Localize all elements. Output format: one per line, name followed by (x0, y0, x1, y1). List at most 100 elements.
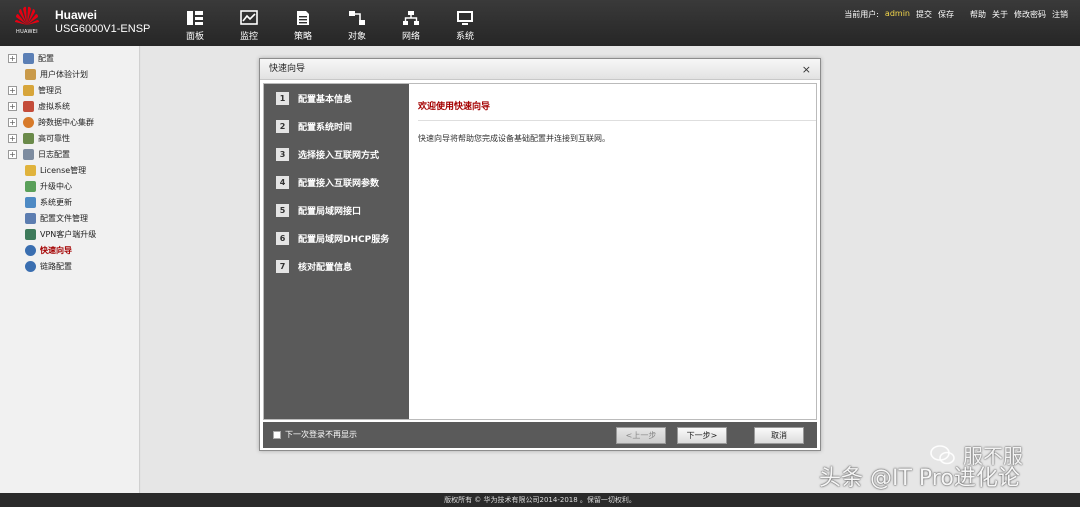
object-icon (349, 11, 365, 25)
expand-icon[interactable]: + (8, 133, 17, 143)
prev-button[interactable]: <上一步 (616, 427, 666, 444)
logout-link[interactable]: 注销 (1052, 9, 1068, 20)
system-icon (457, 11, 473, 25)
sidebar-item-link-config[interactable]: 链路配置 (0, 258, 72, 274)
sidebar-item-label: 日志配置 (38, 149, 70, 159)
huawei-logo: HUAWEI (8, 5, 46, 41)
link-config-icon (25, 260, 36, 272)
sidebar-item-cross-dc-cluster[interactable]: + 跨数据中心集群 (0, 114, 94, 130)
expand-icon[interactable]: + (8, 101, 17, 111)
quick-wizard-icon (25, 244, 36, 256)
watermark-bottom: 头条 @IT Pro进化论 (819, 466, 1020, 491)
wizard-step[interactable]: 6 配置局域网DHCP服务 (276, 230, 389, 246)
sidebar-item-config-file[interactable]: 配置文件管理 (0, 210, 88, 226)
close-icon[interactable]: × (802, 59, 811, 80)
nav-label: 对象 (347, 32, 366, 42)
user-experience-icon (25, 68, 36, 80)
step-label: 配置局域网DHCP服务 (298, 234, 390, 245)
logo-text: HUAWEI (16, 29, 38, 35)
step-number: 5 (276, 203, 289, 217)
system-update-icon (25, 196, 36, 208)
wizard-step[interactable]: 2 配置系统时间 (276, 118, 352, 134)
sidebar-item-high-availability[interactable]: + 高可靠性 (0, 130, 70, 146)
dont-show-again-checkbox[interactable] (273, 431, 281, 439)
nav-network[interactable]: 网络 (384, 10, 438, 42)
log-config-icon (23, 148, 34, 160)
config-file-icon (25, 212, 36, 224)
sidebar-item-vpn-client-upgrade[interactable]: VPN客户端升级 (0, 226, 96, 242)
submit-link[interactable]: 提交 (916, 9, 932, 20)
sidebar-item-label: 管理员 (38, 85, 62, 95)
admin-icon (23, 84, 34, 96)
nav-system[interactable]: 系统 (438, 10, 492, 42)
sidebar-item-virtual-system[interactable]: + 虚拟系统 (0, 98, 70, 114)
wizard-steps: 1 配置基本信息 2 配置系统时间 3 选择接入互联网方式 4 配置接入互联网参数 5配… (264, 84, 409, 419)
quick-wizard-dialog: 快速向导 × 1 配置基本信息 2 配置系统时间 3 选择接入互联网方式 4 配置接入互… (259, 58, 821, 451)
expand-icon[interactable]: + (8, 149, 17, 159)
device-model: USG6000V1-ENSP (55, 23, 151, 35)
expand-icon[interactable]: + (8, 117, 17, 127)
expand-icon[interactable]: + (8, 85, 17, 95)
step-number: 4 (276, 175, 289, 189)
step-number: 2 (276, 119, 289, 133)
nav-object[interactable]: 对象 (330, 10, 384, 42)
wizard-step[interactable]: 5 配置局域网接口 (276, 202, 361, 218)
save-link[interactable]: 保存 (938, 9, 954, 20)
high-availability-icon (23, 132, 34, 144)
sidebar-item-label: VPN客户端升级 (40, 229, 97, 239)
welcome-title: 欢迎使用快速向导 (418, 102, 491, 112)
sidebar-item-label: 链路配置 (40, 261, 72, 271)
sidebar-item-quick-wizard[interactable]: 快速向导 (0, 242, 72, 258)
nav-dashboard[interactable]: 面板 (168, 10, 222, 42)
sidebar-item-admin[interactable]: + 管理员 (0, 82, 62, 98)
brand-name: Huawei (55, 8, 98, 22)
user-bar: 当前用户: admin 提交 保存 帮助 关于 修改密码 注销 (844, 9, 1068, 20)
wizard-step[interactable]: 3 选择接入互联网方式 (276, 146, 379, 162)
step-label: 选择接入互联网方式 (298, 150, 380, 161)
cancel-button[interactable]: 取消 (754, 427, 804, 444)
config-icon (23, 52, 34, 64)
network-icon (403, 11, 419, 25)
help-link[interactable]: 帮助 (970, 9, 986, 20)
monitor-icon (240, 10, 258, 25)
vpn-client-icon (25, 228, 36, 240)
nav-label: 网络 (401, 32, 420, 42)
current-user-name: admin (884, 9, 910, 18)
sidebar-item-label: 高可靠性 (38, 133, 70, 143)
sidebar: + 配置 用户体验计划 + 管理员 + 虚拟系统 + 跨数据中心集群 + 高可靠… (0, 46, 140, 493)
nav-monitor[interactable]: 监控 (222, 10, 276, 42)
wizard-step[interactable]: 1 配置基本信息 (276, 90, 352, 106)
step-label: 配置基本信息 (298, 94, 353, 105)
nav-label: 策略 (293, 32, 312, 42)
sidebar-item-config[interactable]: + 配置 (0, 50, 54, 66)
huawei-logo-icon (15, 6, 39, 25)
sidebar-item-upgrade-center[interactable]: 升级中心 (0, 178, 72, 194)
sidebar-item-user-experience[interactable]: 用户体验计划 (0, 66, 88, 82)
virtual-system-icon (23, 100, 34, 112)
nav-policy[interactable]: 策略 (276, 10, 330, 42)
sidebar-item-label: 跨数据中心集群 (38, 117, 94, 127)
wizard-step[interactable]: 4 配置接入互联网参数 (276, 174, 379, 190)
step-number: 3 (276, 147, 289, 161)
dialog-footer: 下一次登录不再显示 <上一步 下一步> 取消 (263, 422, 817, 448)
sidebar-item-license[interactable]: License管理 (0, 162, 86, 178)
expand-icon[interactable]: + (8, 53, 17, 63)
brand: Huawei USG6000V1-ENSP (55, 8, 150, 35)
about-link[interactable]: 关于 (992, 9, 1008, 20)
wizard-content: 欢迎使用快速向导 快速向导将帮助您完成设备基础配置并连接到互联网。 (410, 84, 816, 419)
change-password-link[interactable]: 修改密码 (1014, 9, 1046, 20)
next-button[interactable]: 下一步> (677, 427, 727, 444)
dialog-body: 1 配置基本信息 2 配置系统时间 3 选择接入互联网方式 4 配置接入互联网参数 5配… (263, 83, 817, 420)
step-label: 配置接入互联网参数 (298, 178, 380, 189)
sidebar-item-label: 虚拟系统 (38, 101, 70, 111)
sidebar-item-label: 升级中心 (40, 181, 72, 191)
step-label: 配置系统时间 (298, 122, 353, 133)
sidebar-item-log-config[interactable]: + 日志配置 (0, 146, 70, 162)
wizard-step[interactable]: 7 核对配置信息 (276, 258, 352, 274)
dont-show-again-label: 下一次登录不再显示 (285, 430, 357, 439)
sidebar-item-system-update[interactable]: 系统更新 (0, 194, 72, 210)
divider (418, 120, 816, 121)
sidebar-item-label: 用户体验计划 (40, 69, 88, 79)
step-number: 1 (276, 91, 289, 105)
dialog-title-bar: 快速向导 × (260, 59, 820, 80)
